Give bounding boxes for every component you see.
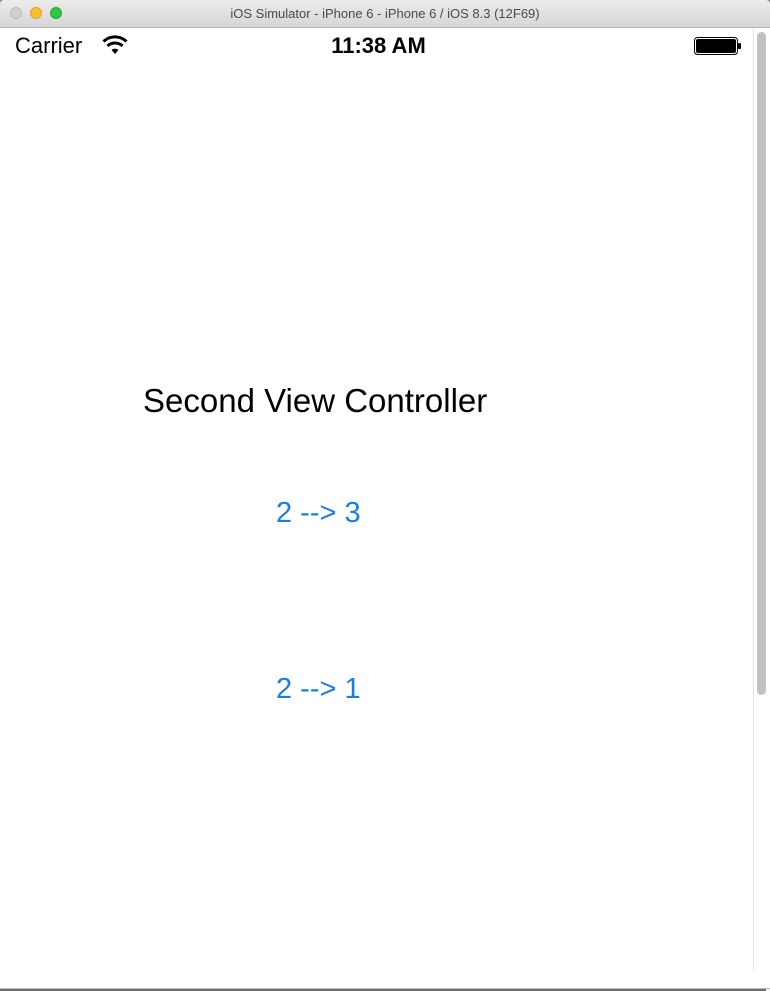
page-title: Second View Controller bbox=[143, 382, 488, 419]
device-screen: Carrier 11:38 AM Second View Controller … bbox=[4, 28, 754, 972]
window-scrollbar[interactable] bbox=[757, 32, 766, 695]
window-title: iOS Simulator - iPhone 6 - iPhone 6 / iO… bbox=[230, 6, 540, 21]
go-to-third-button[interactable]: 2 --> 3 bbox=[276, 497, 361, 530]
battery-icon bbox=[694, 37, 741, 55]
go-to-first-button[interactable]: 2 --> 1 bbox=[276, 673, 361, 706]
status-time: 11:38 AM bbox=[331, 33, 426, 58]
window-titlebar[interactable]: iOS Simulator - iPhone 6 - iPhone 6 / iO… bbox=[0, 0, 770, 28]
window-bottom-edge bbox=[0, 971, 770, 988]
status-bar: Carrier 11:38 AM bbox=[4, 28, 753, 64]
simulator-window: iOS Simulator - iPhone 6 - iPhone 6 / iO… bbox=[0, 0, 770, 988]
